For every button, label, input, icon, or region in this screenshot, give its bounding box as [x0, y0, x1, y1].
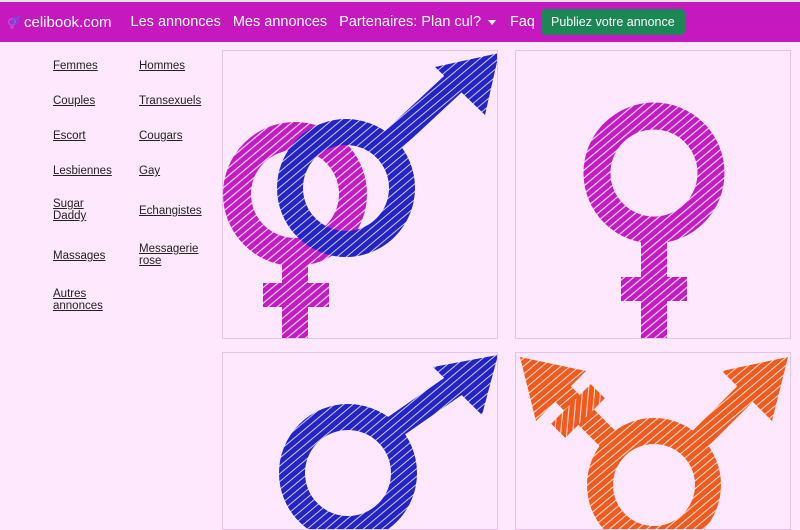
- tile-hommes[interactable]: [222, 352, 498, 530]
- brand-name: celibook.com: [24, 13, 112, 31]
- top-navbar: celibook.com Les annonces Mes annonces P…: [0, 0, 800, 42]
- tile-couples[interactable]: [222, 50, 498, 339]
- tile-femmes[interactable]: [515, 50, 791, 339]
- category-sugar-daddy[interactable]: Sugar Daddy: [53, 198, 101, 222]
- category-messagerie-rose[interactable]: Messagerie rose: [139, 243, 201, 267]
- nav-les-annonces[interactable]: Les annonces: [131, 14, 221, 30]
- category-hommes[interactable]: Hommes: [139, 60, 209, 72]
- category-cougars[interactable]: Cougars: [139, 130, 209, 142]
- publish-ad-button[interactable]: Publiez votre annonce: [541, 9, 685, 35]
- category-couples[interactable]: Couples: [53, 95, 123, 107]
- nav-partenaires-label: Partenaires: Plan cul?: [339, 14, 482, 30]
- category-femmes[interactable]: Femmes: [53, 60, 123, 72]
- category-escort[interactable]: Escort: [53, 130, 123, 142]
- female-symbol-icon: [583, 102, 725, 338]
- category-transexuels[interactable]: Transexuels: [139, 95, 209, 107]
- category-lesbiennes[interactable]: Lesbiennes: [53, 165, 123, 177]
- male-symbol-icon: [279, 355, 497, 529]
- nav-mes-annonces[interactable]: Mes annonces: [233, 14, 327, 30]
- transgender-symbol-icon: [520, 357, 788, 529]
- category-autres-annonces[interactable]: Autres annonces: [53, 288, 107, 312]
- category-gay[interactable]: Gay: [139, 165, 209, 177]
- gender-symbol-icon: [7, 15, 21, 29]
- couple-male-female-symbol-icon: [223, 53, 497, 338]
- caret-down-icon: [488, 19, 497, 25]
- brand-link[interactable]: celibook.com: [6, 14, 112, 31]
- category-massages[interactable]: Massages: [53, 250, 123, 262]
- nav-partenaires-dropdown[interactable]: Partenaires: Plan cul?: [339, 14, 497, 30]
- tile-transexuels[interactable]: [515, 352, 791, 530]
- category-echangistes[interactable]: Echangistes: [139, 205, 209, 217]
- nav-faq[interactable]: Faq: [510, 14, 535, 30]
